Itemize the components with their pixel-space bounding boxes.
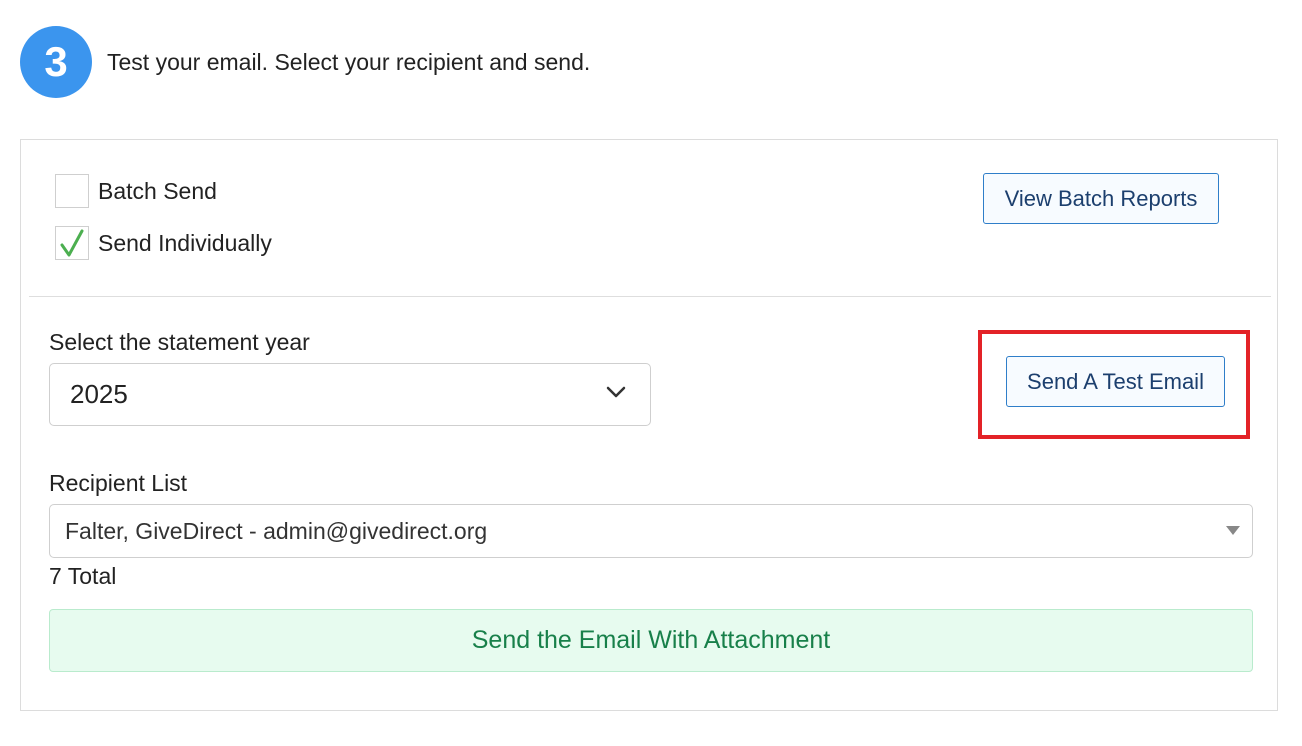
- step-number-badge: 3: [20, 26, 92, 98]
- statement-year-value: 2025: [70, 379, 128, 409]
- recipient-total: 7 Total: [49, 563, 117, 589]
- recipient-select[interactable]: Falter, GiveDirect - admin@givedirect.or…: [49, 504, 1253, 558]
- step-instruction: Test your email. Select your recipient a…: [107, 48, 591, 75]
- send-test-email-button[interactable]: Send A Test Email: [1006, 356, 1225, 407]
- caret-down-icon: [1226, 526, 1240, 535]
- send-email-with-attachment-button[interactable]: Send the Email With Attachment: [49, 609, 1253, 672]
- batch-send-option[interactable]: Batch Send: [55, 174, 217, 208]
- recipient-list-label: Recipient List: [49, 470, 188, 496]
- view-batch-reports-button[interactable]: View Batch Reports: [983, 173, 1219, 224]
- send-individually-option[interactable]: Send Individually: [55, 226, 272, 260]
- send-individually-label: Send Individually: [98, 229, 272, 256]
- batch-send-checkbox[interactable]: [55, 174, 89, 208]
- chevron-down-icon: [606, 386, 626, 398]
- email-test-panel: Batch Send Send Individually View Batch …: [20, 139, 1278, 711]
- section-divider: [29, 296, 1271, 297]
- check-icon: [60, 229, 84, 257]
- send-individually-checkbox[interactable]: [55, 226, 89, 260]
- step-header: 3 Test your email. Select your recipient…: [20, 26, 590, 98]
- batch-send-label: Batch Send: [98, 177, 217, 204]
- statement-year-select[interactable]: 2025: [49, 363, 651, 426]
- recipient-selected-value: Falter, GiveDirect - admin@givedirect.or…: [65, 517, 488, 544]
- statement-year-label: Select the statement year: [49, 329, 310, 355]
